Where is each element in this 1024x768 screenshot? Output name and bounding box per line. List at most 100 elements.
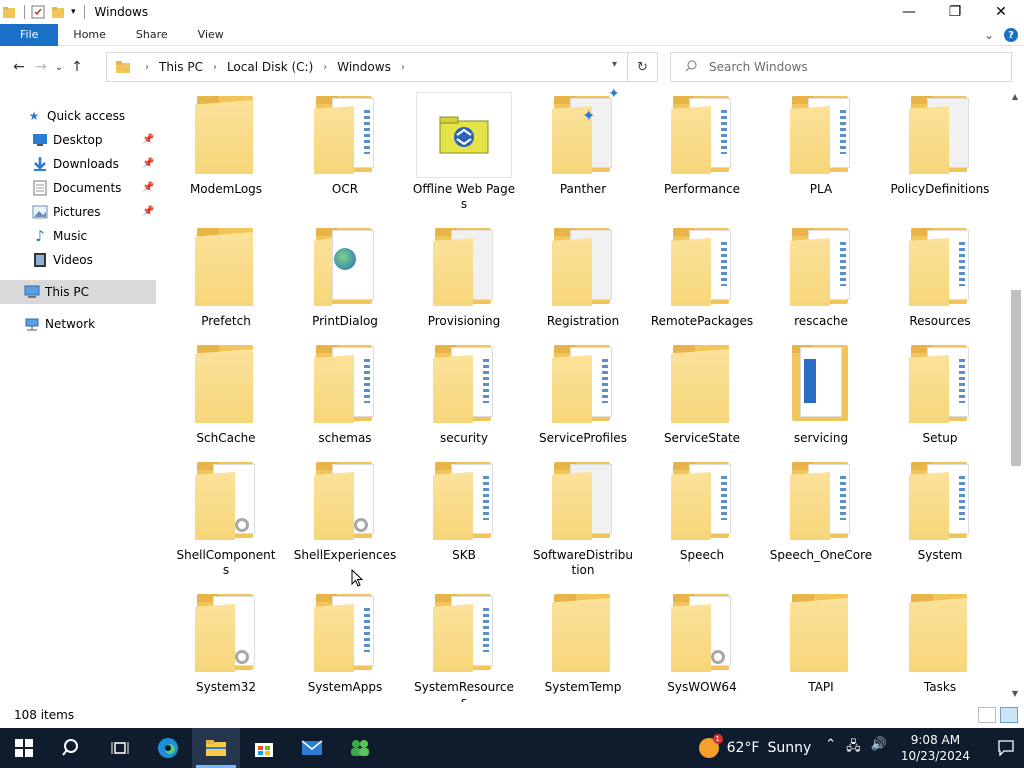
folder-item[interactable]: Prefetch [172, 224, 280, 329]
forward-button[interactable]: → [30, 56, 52, 78]
folder-item[interactable]: ShellComponents [172, 458, 280, 578]
scroll-down-icon[interactable]: ▼ [1009, 689, 1021, 698]
chevron-right-icon[interactable]: › [323, 62, 327, 73]
scrollbar-thumb[interactable] [1011, 290, 1021, 466]
volume-icon[interactable]: 🔊 [871, 737, 887, 759]
breadcrumb-windows[interactable]: Windows [337, 60, 391, 74]
new-folder-icon[interactable] [51, 5, 65, 19]
folder-item[interactable]: SystemTemp [529, 590, 637, 695]
start-button[interactable] [0, 728, 48, 768]
folder-item[interactable]: System32 [172, 590, 280, 695]
search-box[interactable]: Search Windows [670, 52, 1012, 82]
expand-ribbon-icon[interactable]: ⌄ [984, 28, 994, 42]
folder-item[interactable]: ShellExperiences [291, 458, 399, 563]
folder-item[interactable]: PrintDialog [291, 224, 399, 329]
details-view-icon[interactable] [978, 707, 996, 723]
folder-icon[interactable] [2, 5, 16, 19]
recent-locations-button[interactable]: ⌄ [52, 56, 66, 78]
vertical-scrollbar[interactable]: ▲ ▼ [1006, 88, 1024, 702]
folder-item[interactable]: security [410, 341, 518, 446]
breadcrumb-local-disk[interactable]: Local Disk (C:) [227, 60, 313, 74]
sidebar-item-desktop[interactable]: Desktop 📌 [0, 128, 160, 152]
folder-item[interactable]: OCR [291, 92, 399, 197]
pin-icon[interactable]: 📌 [142, 206, 154, 217]
chevron-right-icon[interactable]: › [145, 62, 149, 73]
sidebar-item-network[interactable]: Network [0, 312, 160, 336]
sidebar-item-this-pc[interactable]: This PC [0, 280, 156, 304]
folder-item[interactable]: Offline Web Pages [410, 92, 518, 212]
customize-toolbar-icon[interactable]: ▾ [71, 7, 76, 17]
network-icon[interactable]: 🖧 [846, 737, 861, 759]
scroll-up-icon[interactable]: ▲ [1009, 92, 1021, 101]
file-explorer-button[interactable] [192, 728, 240, 768]
folder-item[interactable]: Speech_OneCore [767, 458, 875, 563]
minimize-button[interactable]: — [886, 0, 932, 24]
tab-home[interactable]: Home [58, 24, 120, 46]
notification-center-button[interactable] [988, 740, 1024, 756]
folder-item[interactable]: SystemApps [291, 590, 399, 695]
folder-item[interactable]: TAPI [767, 590, 875, 695]
tab-view[interactable]: View [183, 24, 239, 46]
tab-file[interactable]: File [0, 23, 59, 46]
folder-item[interactable]: ServiceState [648, 341, 756, 446]
pin-icon[interactable]: 📌 [142, 158, 154, 169]
breadcrumb-this-pc[interactable]: This PC [159, 60, 203, 74]
folder-item[interactable]: PolicyDefinitions [886, 92, 994, 197]
chevron-up-icon[interactable]: ⌃ [825, 737, 836, 759]
folder-name: Prefetch [201, 314, 251, 328]
folder-item[interactable]: ✦ ✦ Panther [529, 88, 637, 197]
chevron-right-icon[interactable]: › [401, 62, 405, 73]
chevron-right-icon[interactable]: › [213, 62, 217, 73]
sidebar-item-documents[interactable]: Documents 📌 [0, 176, 160, 200]
clock[interactable]: 9:08 AM 10/23/2024 [901, 732, 970, 764]
folder-icon [416, 590, 512, 676]
task-view-button[interactable] [96, 728, 144, 768]
folder-item[interactable]: Speech [648, 458, 756, 563]
up-button[interactable]: ↑ [66, 56, 88, 78]
folder-icon [416, 458, 512, 544]
store-button[interactable] [240, 728, 288, 768]
folder-item[interactable]: servicing [767, 341, 875, 446]
maximize-button[interactable]: ❐ [932, 0, 978, 24]
folder-item[interactable]: SoftwareDistribution [529, 458, 637, 578]
sidebar-item-downloads[interactable]: Downloads 📌 [0, 152, 160, 176]
back-button[interactable]: ← [8, 56, 30, 78]
help-icon[interactable]: ? [1004, 28, 1018, 42]
documents-icon [32, 180, 48, 196]
sidebar-item-pictures[interactable]: Pictures 📌 [0, 200, 160, 224]
folder-item[interactable]: SystemResources [410, 590, 518, 702]
folder-item[interactable]: Registration [529, 224, 637, 329]
pin-icon[interactable]: 📌 [142, 134, 154, 145]
close-button[interactable]: ✕ [978, 0, 1024, 24]
folder-item[interactable]: Resources [886, 224, 994, 329]
people-app-button[interactable] [336, 728, 384, 768]
folder-item[interactable]: Setup [886, 341, 994, 446]
folder-item[interactable]: SchCache [172, 341, 280, 446]
pin-icon[interactable]: 📌 [142, 182, 154, 193]
folder-item[interactable]: System [886, 458, 994, 563]
mail-button[interactable] [288, 728, 336, 768]
folder-item[interactable]: ModemLogs [172, 92, 280, 197]
folder-item[interactable]: schemas [291, 341, 399, 446]
folder-item[interactable]: PLA [767, 92, 875, 197]
weather-widget[interactable]: 1 62°F Sunny [698, 734, 811, 758]
folder-item[interactable]: RemotePackages [648, 224, 756, 329]
folder-item[interactable]: SysWOW64 [648, 590, 756, 695]
folder-item[interactable]: rescache [767, 224, 875, 329]
sidebar-item-music[interactable]: ♪ Music [0, 224, 160, 248]
refresh-button[interactable]: ↻ [628, 52, 658, 82]
sidebar-item-quick-access[interactable]: ★ Quick access [0, 104, 160, 128]
folder-item[interactable]: Provisioning [410, 224, 518, 329]
properties-icon[interactable] [31, 5, 45, 19]
address-bar[interactable]: › This PC › Local Disk (C:) › Windows › … [106, 52, 628, 82]
tab-share[interactable]: Share [121, 24, 183, 46]
search-button[interactable] [48, 728, 96, 768]
folder-item[interactable]: SKB [410, 458, 518, 563]
chevron-down-icon[interactable]: ▾ [612, 59, 617, 70]
folder-item[interactable]: ServiceProfiles [529, 341, 637, 446]
folder-item[interactable]: Performance [648, 92, 756, 197]
sidebar-item-videos[interactable]: Videos [0, 248, 160, 272]
folder-item[interactable]: Tasks [886, 590, 994, 695]
edge-button[interactable] [144, 728, 192, 768]
large-icons-view-icon[interactable] [1000, 707, 1018, 723]
